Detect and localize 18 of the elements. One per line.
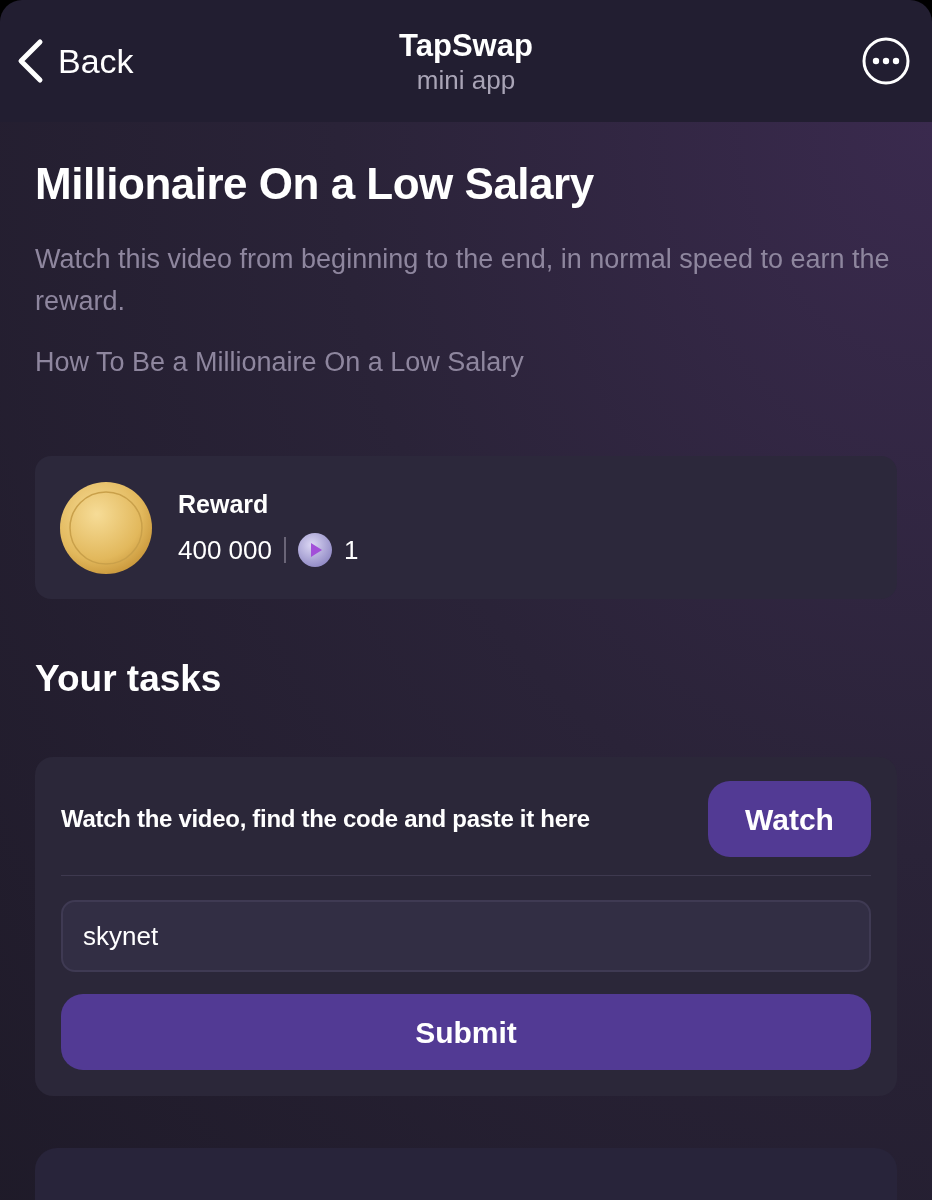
app-subtitle: mini app (416, 65, 516, 95)
tasks-heading: Your tasks (35, 657, 223, 701)
code-input-field[interactable]: skynet (61, 900, 871, 972)
more-options-icon[interactable] (862, 37, 910, 85)
watch-button[interactable]: Watch (708, 781, 871, 857)
coin-amount: 400 000 (178, 534, 272, 565)
chevron-left-icon (16, 38, 44, 84)
app-title: TapSwap (399, 27, 533, 65)
submit-button[interactable]: Submit (61, 994, 871, 1070)
ticket-count: 1 (344, 534, 359, 565)
reward-label: Reward (178, 488, 270, 519)
coin-icon (60, 481, 152, 574)
play-icon (298, 532, 332, 567)
task-instruction: Watch the video, find the code and paste it here (61, 804, 590, 834)
video-title: How To Be a Millionaire On a Low Salary (35, 346, 525, 379)
mission-title: Millionaire On a Low Salary (35, 158, 595, 210)
back-button[interactable]: Back (16, 35, 134, 87)
mission-description: Watch this video from beginning to the end, in normal speed to earn the reward. (35, 243, 891, 318)
